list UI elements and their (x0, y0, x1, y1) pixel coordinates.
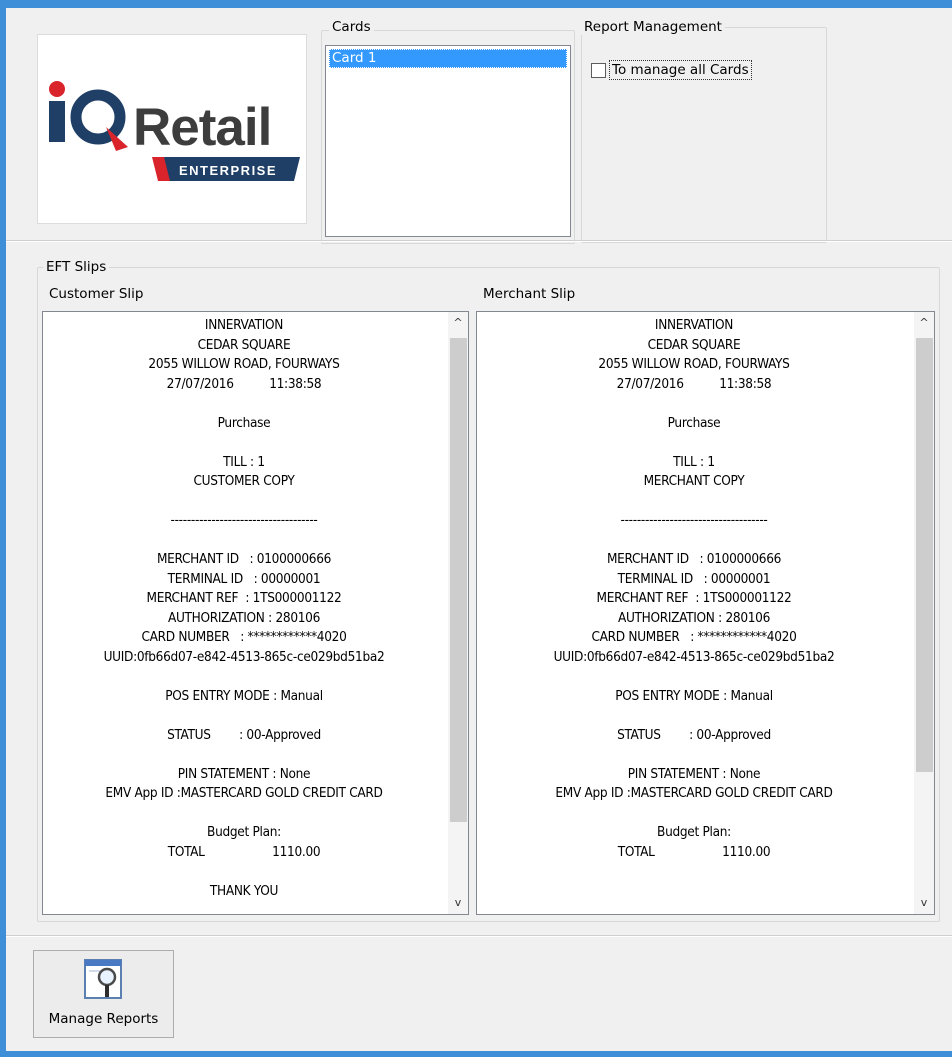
customer-slip-textbox[interactable]: INNERVATION CEDAR SQUARE 2055 WILLOW ROA… (42, 311, 469, 915)
merchant-slip-scrollbar[interactable]: ^ v (914, 312, 934, 914)
scroll-down-icon[interactable]: v (914, 892, 934, 914)
iq-retail-logo-graphic: Retail ENTERPRISE (49, 81, 300, 181)
svg-text:Retail: Retail (133, 98, 271, 157)
scroll-up-icon[interactable]: ^ (914, 312, 934, 334)
scroll-up-icon[interactable]: ^ (448, 312, 468, 334)
cards-listbox[interactable]: Card 1 (325, 45, 571, 237)
checkbox-box[interactable] (591, 62, 606, 78)
customer-slip-text: INNERVATION CEDAR SQUARE 2055 WILLOW ROA… (103, 317, 385, 899)
report-management-label: Report Management (581, 19, 725, 35)
customer-slip-label: Customer Slip (46, 286, 147, 302)
top-separator (6, 240, 952, 242)
merchant-slip-text: INNERVATION CEDAR SQUARE 2055 WILLOW ROA… (553, 317, 835, 860)
merchant-slip-label: Merchant Slip (480, 286, 579, 302)
report-magnifier-icon (84, 959, 122, 999)
bottom-separator (6, 935, 952, 937)
customer-slip-scrollbar[interactable]: ^ v (448, 312, 468, 914)
iq-retail-logo: Retail ENTERPRISE (37, 34, 307, 224)
eft-slips-label: EFT Slips (43, 259, 110, 275)
manage-all-cards-checkbox[interactable]: To manage all Cards (591, 59, 752, 81)
scroll-thumb[interactable] (450, 338, 467, 822)
merchant-slip-textbox[interactable]: INNERVATION CEDAR SQUARE 2055 WILLOW ROA… (476, 311, 935, 915)
manage-reports-button[interactable]: Manage Reports (33, 950, 174, 1038)
checkbox-label[interactable]: To manage all Cards (609, 60, 752, 80)
cards-group-label: Cards (329, 19, 374, 35)
scroll-thumb[interactable] (916, 338, 933, 772)
scroll-down-icon[interactable]: v (448, 892, 468, 914)
cards-list-item[interactable]: Card 1 (329, 49, 567, 68)
manage-reports-label: Manage Reports (48, 1011, 159, 1027)
svg-text:ENTERPRISE: ENTERPRISE (179, 163, 277, 178)
report-window: Retail ENTERPRISE Cards Card 1 Report Ma… (6, 8, 952, 1051)
